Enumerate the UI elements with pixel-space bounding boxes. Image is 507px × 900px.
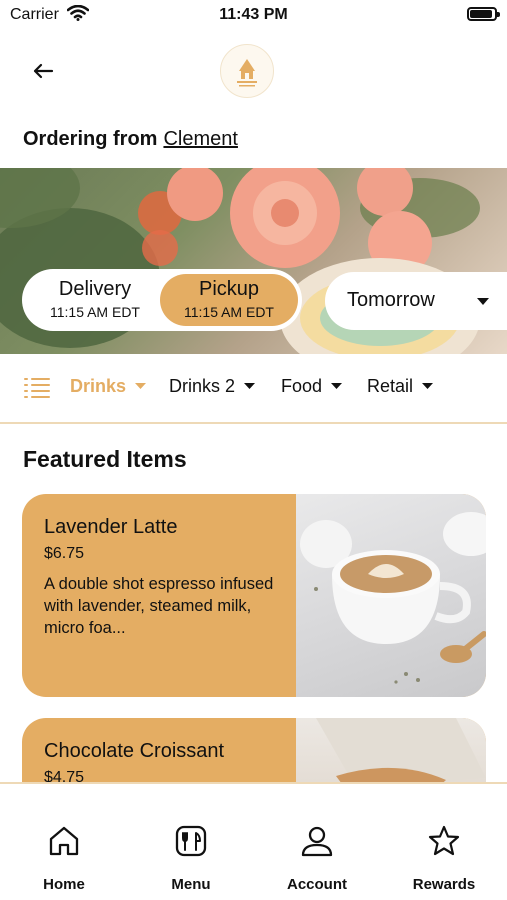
ordering-from: Ordering from Clement: [23, 128, 238, 151]
featured-item-card[interactable]: Lavender Latte $6.75 A double shot espre…: [22, 494, 486, 697]
back-button[interactable]: [28, 56, 58, 86]
pickup-time: 11:15 AM EDT: [183, 304, 274, 320]
category-tab-drinks-2[interactable]: Drinks 2: [169, 376, 256, 397]
delivery-option[interactable]: Delivery 11:15 AM EDT: [28, 274, 162, 326]
list-icon[interactable]: [24, 376, 50, 405]
status-time: 11:43 PM: [219, 6, 288, 23]
menu-icon: [175, 825, 207, 857]
category-label: Drinks: [70, 376, 127, 396]
caret-down-icon: [135, 383, 147, 389]
pickup-label: Pickup: [198, 278, 260, 300]
category-nav: Drinks Drinks 2 Food Retail: [0, 354, 507, 424]
tab-rewards[interactable]: Rewards: [404, 824, 484, 893]
category-tab-food[interactable]: Food: [281, 376, 343, 397]
caret-down-icon: [477, 298, 489, 305]
pickup-option[interactable]: Pickup 11:15 AM EDT: [160, 274, 298, 326]
caret-down-icon: [422, 383, 434, 389]
item-name: Lavender Latte: [44, 516, 178, 538]
tab-home[interactable]: Home: [24, 824, 104, 893]
category-tab-retail[interactable]: Retail: [367, 376, 434, 397]
category-tab-drinks[interactable]: Drinks: [70, 376, 147, 397]
battery-icon: [467, 7, 500, 21]
date-dropdown[interactable]: Tomorrow: [325, 272, 507, 330]
location-link[interactable]: Clement: [163, 128, 237, 150]
tab-label: Home: [43, 876, 85, 893]
home-icon: [49, 826, 79, 856]
delivery-label: Delivery: [58, 278, 132, 300]
date-value: Tomorrow: [347, 289, 435, 311]
account-icon: [301, 826, 333, 857]
tab-label: Account: [287, 876, 347, 893]
featured-items-title: Featured Items: [23, 446, 187, 472]
ordering-label: Ordering from: [23, 128, 158, 150]
caret-down-icon: [244, 383, 256, 389]
back-arrow-icon: [33, 63, 54, 79]
item-price: $6.75: [44, 545, 85, 562]
item-photo: [296, 494, 486, 697]
caret-down-icon: [331, 383, 343, 389]
fulfillment-toggle: Delivery 11:15 AM EDT Pickup 11:15 AM ED…: [22, 269, 302, 331]
status-bar: Carrier 11:43 PM: [0, 0, 507, 30]
category-label: Food: [281, 376, 323, 396]
tab-label: Menu: [171, 876, 211, 893]
bottom-tab-bar: Home Menu Account Rewards: [0, 782, 507, 900]
delivery-time: 11:15 AM EDT: [49, 304, 140, 320]
rewards-icon: [428, 825, 460, 856]
item-description: A double shot espresso infused with lave…: [44, 575, 274, 637]
item-name: Chocolate Croissant: [44, 740, 225, 762]
tab-account[interactable]: Account: [277, 824, 357, 893]
tab-menu[interactable]: Menu: [151, 824, 231, 893]
category-label: Drinks 2: [169, 376, 236, 396]
brand-logo: [220, 44, 274, 98]
tab-label: Rewards: [412, 876, 476, 893]
category-label: Retail: [367, 376, 414, 396]
